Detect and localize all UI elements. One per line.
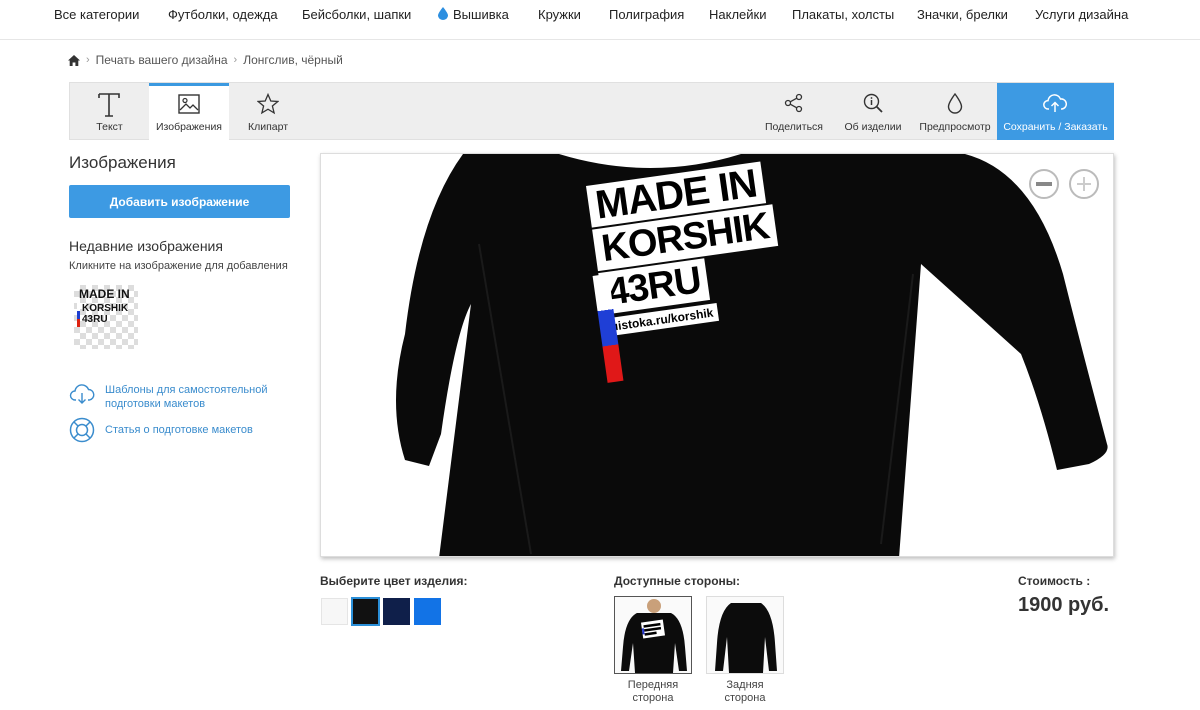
top-navigation: Все категории Футболки, одежда Бейсболки… [0,0,1200,40]
zoom-out-button[interactable] [1029,169,1059,199]
share-icon [784,93,803,113]
tab-images[interactable]: Изображения [149,83,229,140]
recent-images-title: Недавние изображения [69,238,223,254]
text-icon [98,93,120,117]
image-icon [178,94,200,114]
breadcrumb-separator: › [86,54,90,66]
thumb-text-line3: 43RU [82,314,108,325]
save-order-label: Сохранить / Заказать [1003,121,1108,133]
star-icon [257,93,279,115]
about-product-button[interactable]: Об изделии [837,83,909,140]
side-front-caption-line2: сторона [632,692,674,704]
price-value: 1900 руб. [1018,594,1110,616]
share-button[interactable]: Поделиться [758,83,830,140]
side-front-caption: Передняя сторона [614,679,692,705]
thumb-text-line1: MADE IN [79,287,130,301]
article-link[interactable]: Статья о подготовке макетов [69,417,253,443]
nav-mugs[interactable]: Кружки [538,7,581,22]
color-swatch-white[interactable] [321,598,348,625]
nav-design-services[interactable]: Услуги дизайна [1035,7,1128,22]
cloud-upload-icon [1043,94,1067,112]
nav-tshirts[interactable]: Футболки, одежда [168,7,278,22]
side-back-caption-line2: сторона [724,692,766,704]
price-label: Стоимость : [1018,574,1091,588]
nav-all-categories[interactable]: Все категории [54,7,139,22]
recent-image-thumbnail[interactable]: MADE IN KORSHIK 43RU [74,285,138,349]
breadcrumb-link-design-print[interactable]: Печать вашего дизайна [96,53,228,67]
recent-images-hint: Кликните на изображение для добавления [69,260,288,272]
color-swatch-black[interactable] [351,597,380,626]
preview-label: Предпросмотр [919,121,991,133]
breadcrumb: › Печать вашего дизайна › Лонгслив, чёрн… [68,53,343,67]
nav-embroidery-label: Вышивка [453,7,509,22]
color-swatch-blue[interactable] [414,598,441,625]
side-front[interactable] [614,596,692,674]
nav-stickers[interactable]: Наклейки [709,7,766,22]
front-side-thumbnail [615,597,691,673]
article-link-label: Статья о подготовке макетов [105,424,253,436]
info-search-icon [863,93,883,113]
preview-button[interactable]: Предпросмотр [916,83,994,140]
side-front-caption-line1: Передняя [627,679,679,691]
nav-posters[interactable]: Плакаты, холсты [792,7,894,22]
nav-badges[interactable]: Значки, брелки [917,7,1008,22]
tab-images-label: Изображения [156,121,222,133]
color-label: Выберите цвет изделия: [320,574,468,588]
nav-printing[interactable]: Полиграфия [609,7,684,22]
editor-toolbar: Текст Изображения Клипарт Поделиться Об … [69,82,1114,140]
design-canvas[interactable]: MADE IN KORSHIK 43RU uistoka.ru/korshik [320,153,1114,557]
templates-link[interactable]: Шаблоны для самостоятельной подготовки м… [69,383,268,411]
cloud-download-icon [69,384,95,404]
side-back-caption-line1: Задняя [726,679,764,691]
breadcrumb-current: Лонгслив, чёрный [243,53,343,67]
side-back-caption: Задняя сторона [706,679,784,705]
back-side-thumbnail [707,597,783,673]
print-design[interactable]: MADE IN KORSHIK 43RU uistoka.ru/korshik [586,155,827,383]
tab-text[interactable]: Текст [70,83,149,140]
home-icon[interactable] [68,54,80,66]
tab-clipart[interactable]: Клипарт [229,83,307,140]
add-image-button[interactable]: Добавить изображение [69,185,290,218]
thumb-text-line2: KORSHIK [82,303,129,314]
share-label: Поделиться [765,121,823,133]
sides-label: Доступные стороны: [614,574,741,588]
side-back[interactable] [706,596,784,674]
about-product-label: Об изделии [844,121,902,133]
tab-text-label: Текст [96,121,123,133]
lifebuoy-icon [69,417,95,443]
nav-caps[interactable]: Бейсболки, шапки [302,7,411,22]
save-order-button[interactable]: Сохранить / Заказать [997,83,1114,140]
templates-link-line2: подготовки макетов [105,398,206,410]
nav-embroidery[interactable]: Вышивка [438,7,509,22]
zoom-in-button[interactable] [1069,169,1099,199]
water-drop-icon [438,7,448,20]
breadcrumb-separator: › [233,54,238,66]
color-swatch-navy[interactable] [383,598,410,625]
panel-title: Изображения [69,153,176,172]
drop-preview-icon [947,93,963,114]
tab-clipart-label: Клипарт [247,121,289,133]
templates-link-line1: Шаблоны для самостоятельной [105,384,268,396]
thumb-flag [77,303,80,327]
